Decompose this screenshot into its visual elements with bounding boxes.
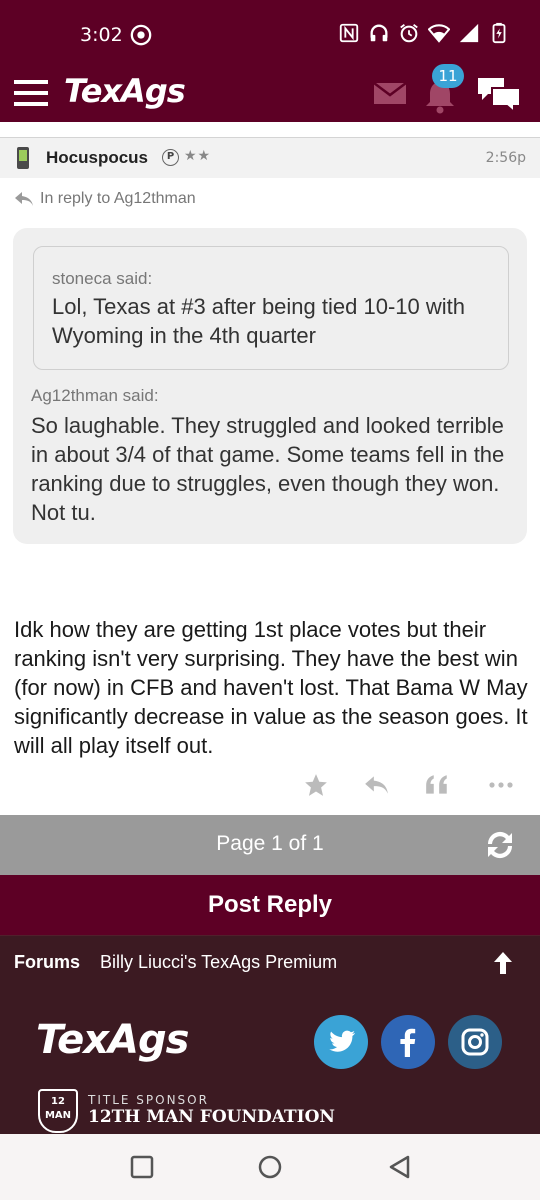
android-nav-bar — [0, 1134, 540, 1200]
premium-badge: P — [162, 149, 179, 166]
battery-icon — [492, 22, 506, 44]
headphones-icon — [370, 24, 388, 42]
refresh-icon[interactable] — [482, 828, 518, 862]
12th-man-badge-icon: 12 MAN — [38, 1089, 78, 1133]
notification-badge[interactable]: 11 — [432, 64, 464, 88]
chat-icon[interactable] — [476, 74, 522, 114]
forums-breadcrumb: Forums Billy Liucci's TexAgs Premium — [0, 935, 540, 991]
post-time: 2:56p — [485, 150, 526, 166]
hamburger-menu-icon[interactable] — [14, 78, 48, 108]
nested-quote: stoneca said: Lol, Texas at #3 after bei… — [33, 246, 509, 370]
signal-icon — [459, 23, 479, 43]
facebook-icon — [381, 1015, 435, 1069]
forum-name-link[interactable]: Billy Liucci's TexAgs Premium — [100, 952, 337, 973]
footer-texags-logo[interactable]: TexAgs — [36, 1017, 189, 1063]
post-username[interactable]: Hocuspocus — [46, 148, 148, 168]
pagination-bar: Page 1 of 1 — [0, 815, 540, 875]
quote-icon[interactable] — [424, 772, 450, 798]
post-body: Idk how they are getting 1st place votes… — [14, 617, 528, 758]
home-icon[interactable] — [257, 1154, 283, 1180]
reply-to-link[interactable]: In reply to Ag12thman — [14, 190, 196, 208]
reply-arrow-icon — [15, 192, 33, 206]
mail-icon[interactable] — [372, 78, 408, 108]
twitter-button[interactable] — [314, 1015, 368, 1069]
scroll-top-arrow-icon[interactable] — [490, 950, 516, 976]
user-stars: ★★ — [184, 148, 212, 164]
reply-to-text: In reply to Ag12thman — [40, 190, 196, 207]
footer: TexAgs 12 MAN TITLE SPONSOR 12TH MAN FOU… — [0, 991, 540, 1134]
chrome-icon — [130, 24, 152, 46]
wifi-icon — [428, 24, 450, 43]
title-sponsor-label: TITLE SPONSOR — [88, 1093, 209, 1107]
post-actions — [0, 770, 540, 802]
instagram-button[interactable] — [448, 1015, 502, 1069]
twitter-icon — [314, 1015, 368, 1069]
top-divider — [0, 122, 540, 138]
status-time: 3:02 — [80, 24, 123, 46]
more-options-icon[interactable] — [488, 772, 514, 798]
forums-link[interactable]: Forums — [14, 952, 80, 973]
star-icon[interactable] — [303, 772, 329, 798]
alarm-icon — [400, 24, 418, 43]
recents-icon[interactable] — [129, 1154, 155, 1180]
status-bar: 3:02 — [0, 0, 540, 68]
mobile-phone-icon — [17, 147, 29, 169]
nested-quote-author: stoneca said: — [52, 269, 153, 288]
post-reply-button[interactable]: Post Reply — [0, 875, 540, 935]
reply-icon[interactable] — [363, 772, 389, 798]
quote-author: Ag12thman said: — [31, 386, 159, 405]
instagram-icon — [448, 1015, 502, 1069]
back-icon[interactable] — [387, 1154, 413, 1180]
quote-block: stoneca said: Lol, Texas at #3 after bei… — [13, 228, 527, 544]
sponsor-name[interactable]: 12TH MAN FOUNDATION — [88, 1107, 335, 1127]
page-indicator[interactable]: Page 1 of 1 — [0, 832, 540, 856]
nested-quote-text: Lol, Texas at #3 after being tied 10-10 … — [52, 294, 465, 348]
nfc-icon — [339, 23, 359, 43]
app-bar: TexAgs 11 — [0, 64, 540, 122]
texags-logo[interactable]: TexAgs — [64, 72, 186, 110]
post-header: Hocuspocus P ★★ 2:56p — [0, 138, 540, 178]
quote-text: So laughable. They struggled and looked … — [31, 413, 505, 525]
status-icons — [338, 22, 510, 44]
facebook-button[interactable] — [381, 1015, 435, 1069]
